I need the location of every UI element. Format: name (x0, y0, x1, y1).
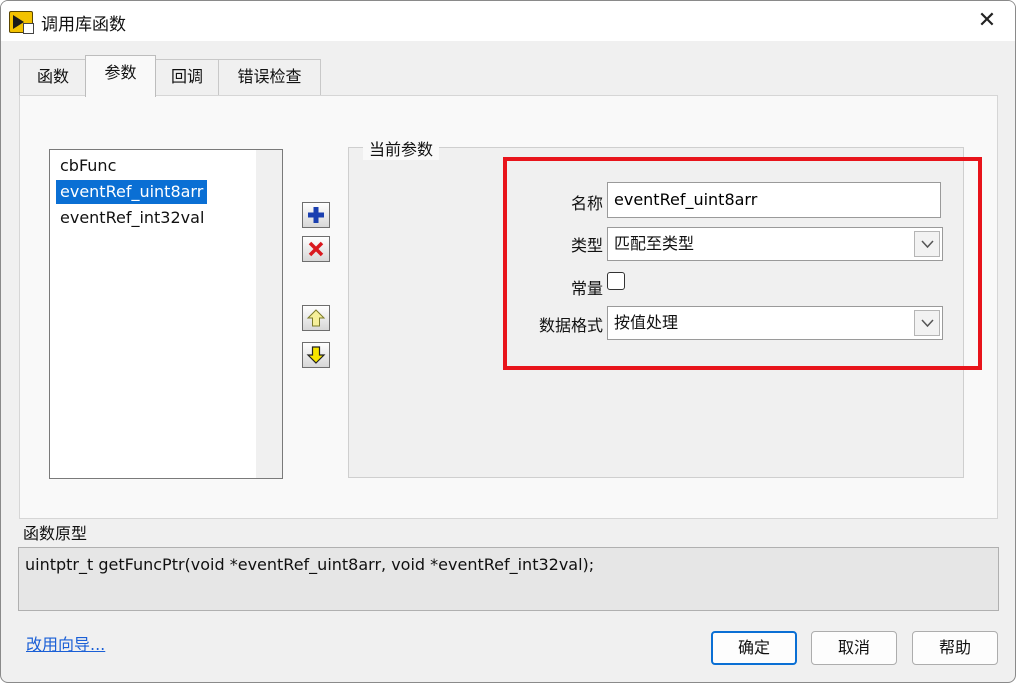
labview-app-icon (9, 11, 34, 34)
title-bar: 调用库函数 ✕ (1, 1, 1015, 41)
delete-icon (308, 241, 324, 257)
add-parameter-button[interactable] (302, 202, 330, 228)
window-title: 调用库函数 (41, 15, 126, 35)
move-up-button[interactable] (302, 305, 330, 331)
close-button[interactable]: ✕ (967, 3, 1007, 39)
cancel-button[interactable]: 取消 (811, 631, 897, 665)
switch-to-wizard-link[interactable]: 改用向导... (26, 631, 105, 655)
list-item-selected[interactable]: eventRef_uint8arr (56, 180, 208, 204)
move-down-button[interactable] (302, 342, 330, 368)
prototype-text: uintptr_t getFuncPtr(void *eventRef_uint… (18, 547, 999, 611)
tab-callbacks[interactable]: 回调 (154, 59, 220, 96)
list-item[interactable]: cbFunc (56, 154, 120, 178)
tab-error-checking[interactable]: 错误检查 (218, 59, 321, 96)
ok-button[interactable]: 确定 (711, 631, 797, 665)
dialog-window: 调用库函数 ✕ 函数 参数 回调 错误检查 cbFunc eventRef_ui… (0, 0, 1016, 683)
prototype-label: 函数原型 (23, 524, 88, 543)
group-title: 当前参数 (363, 136, 440, 160)
move-down-icon (306, 346, 326, 364)
parameter-list[interactable]: cbFunc eventRef_uint8arr eventRef_int32v… (49, 149, 283, 479)
add-icon (308, 207, 324, 223)
delete-parameter-button[interactable] (302, 236, 330, 262)
help-button[interactable]: 帮助 (912, 631, 998, 665)
annotation-highlight-box (503, 157, 982, 370)
list-scrollbar[interactable] (256, 150, 282, 478)
move-up-icon (306, 309, 326, 327)
tab-parameters[interactable]: 参数 (85, 55, 156, 97)
list-item[interactable]: eventRef_int32val (56, 206, 208, 230)
tab-function[interactable]: 函数 (19, 59, 87, 96)
